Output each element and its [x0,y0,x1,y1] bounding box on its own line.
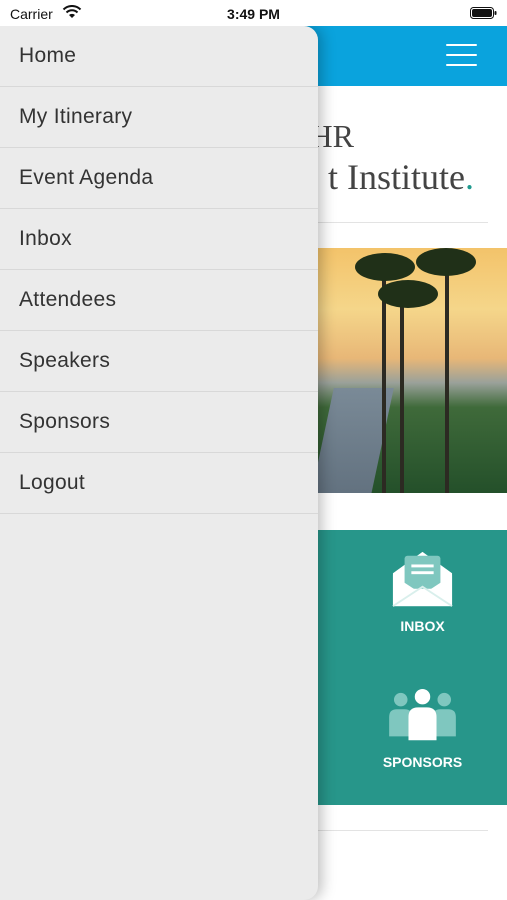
menu-item-speakers[interactable]: Speakers [0,331,318,392]
menu-item-sponsors[interactable]: Sponsors [0,392,318,453]
menu-item-logout[interactable]: Logout [0,453,318,514]
menu-item-attendees[interactable]: Attendees [0,270,318,331]
clock: 3:49 PM [227,6,280,22]
drawer-menu: Home My Itinerary Event Agenda Inbox Att… [0,26,318,514]
battery-icon [470,7,497,19]
menu-item-inbox[interactable]: Inbox [0,209,318,270]
menu-item-home[interactable]: Home [0,26,318,87]
brand-dot: . [465,157,474,197]
hamburger-icon[interactable] [446,44,477,68]
menu-item-my-itinerary[interactable]: My Itinerary [0,87,318,148]
sponsors-tile-label: SPONSORS [382,754,463,770]
palm-trunk [400,293,404,493]
menu-item-event-agenda[interactable]: Event Agenda [0,148,318,209]
people-group-icon [389,688,456,741]
inbox-tile[interactable]: INBOX [380,548,465,634]
envelope-icon [392,551,453,607]
brand-line-2: t Institute. [328,156,474,198]
hero-road [306,388,394,493]
inbox-tile-label: INBOX [400,618,445,634]
side-drawer: Home My Itinerary Event Agenda Inbox Att… [0,26,318,900]
status-bar: Carrier 3:49 PM [0,0,507,26]
palm-crown [416,248,476,276]
sponsors-tile[interactable]: SPONSORS [380,688,465,770]
brand-line-2-text: t Institute [328,157,465,197]
palm-crown [378,280,438,308]
palm-crown [355,253,415,281]
palm-trunk [445,263,449,493]
